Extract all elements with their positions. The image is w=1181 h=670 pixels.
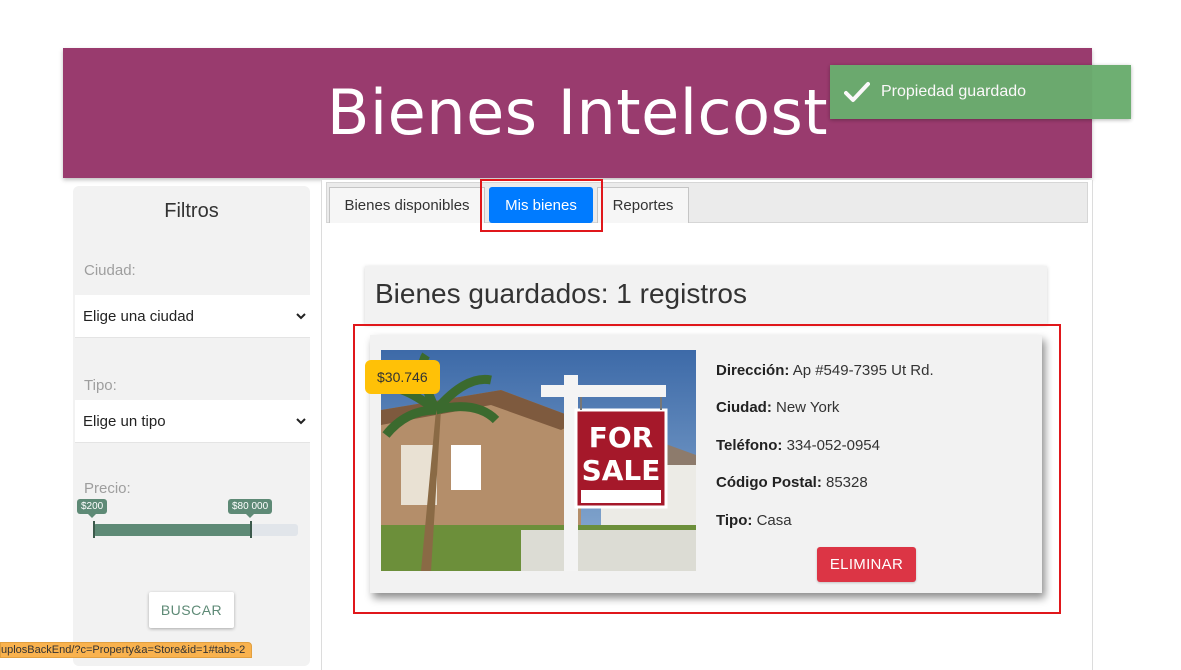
success-toast[interactable]: Propiedad guardado	[830, 65, 1131, 119]
city-label: Ciudad:	[84, 262, 136, 279]
filters-title: Filtros	[164, 200, 219, 222]
saved-properties-panel: Bienes guardados: 1 registros	[365, 266, 1047, 324]
toast-message: Propiedad guardado	[881, 83, 1027, 100]
chevron-down-icon	[296, 313, 306, 320]
price-min-handle[interactable]	[93, 521, 95, 538]
filters-sidebar: Filtros Ciudad: Elige una ciudad Tipo: E…	[73, 186, 310, 666]
saved-properties-heading: Bienes guardados: 1 registros	[375, 278, 747, 309]
price-max-handle[interactable]	[250, 521, 252, 538]
price-max-tooltip: $80 000	[228, 499, 273, 518]
tab-bienes-disponibles[interactable]: Bienes disponibles	[329, 187, 485, 223]
chevron-down-icon	[296, 418, 306, 425]
tab-reportes[interactable]: Reportes	[597, 187, 689, 223]
city-select[interactable]: Elige una ciudad	[75, 295, 310, 338]
type-label: Tipo:	[84, 377, 117, 394]
price-range-fill	[93, 524, 251, 536]
status-bar-url: uplosBackEnd/?c=Property&a=Store&id=1#ta…	[0, 642, 253, 658]
price-label: Precio:	[84, 480, 131, 497]
price-min-tooltip: $200	[77, 499, 108, 518]
city-select-value: Elige una ciudad	[83, 307, 194, 325]
type-select-value: Elige un tipo	[83, 412, 166, 430]
price-range-slider[interactable]	[93, 521, 298, 538]
check-icon	[844, 78, 872, 106]
type-select[interactable]: Elige un tipo	[75, 400, 310, 443]
highlight-tab	[480, 179, 603, 232]
search-button[interactable]: BUSCAR	[149, 592, 234, 628]
highlight-card	[353, 324, 1061, 614]
